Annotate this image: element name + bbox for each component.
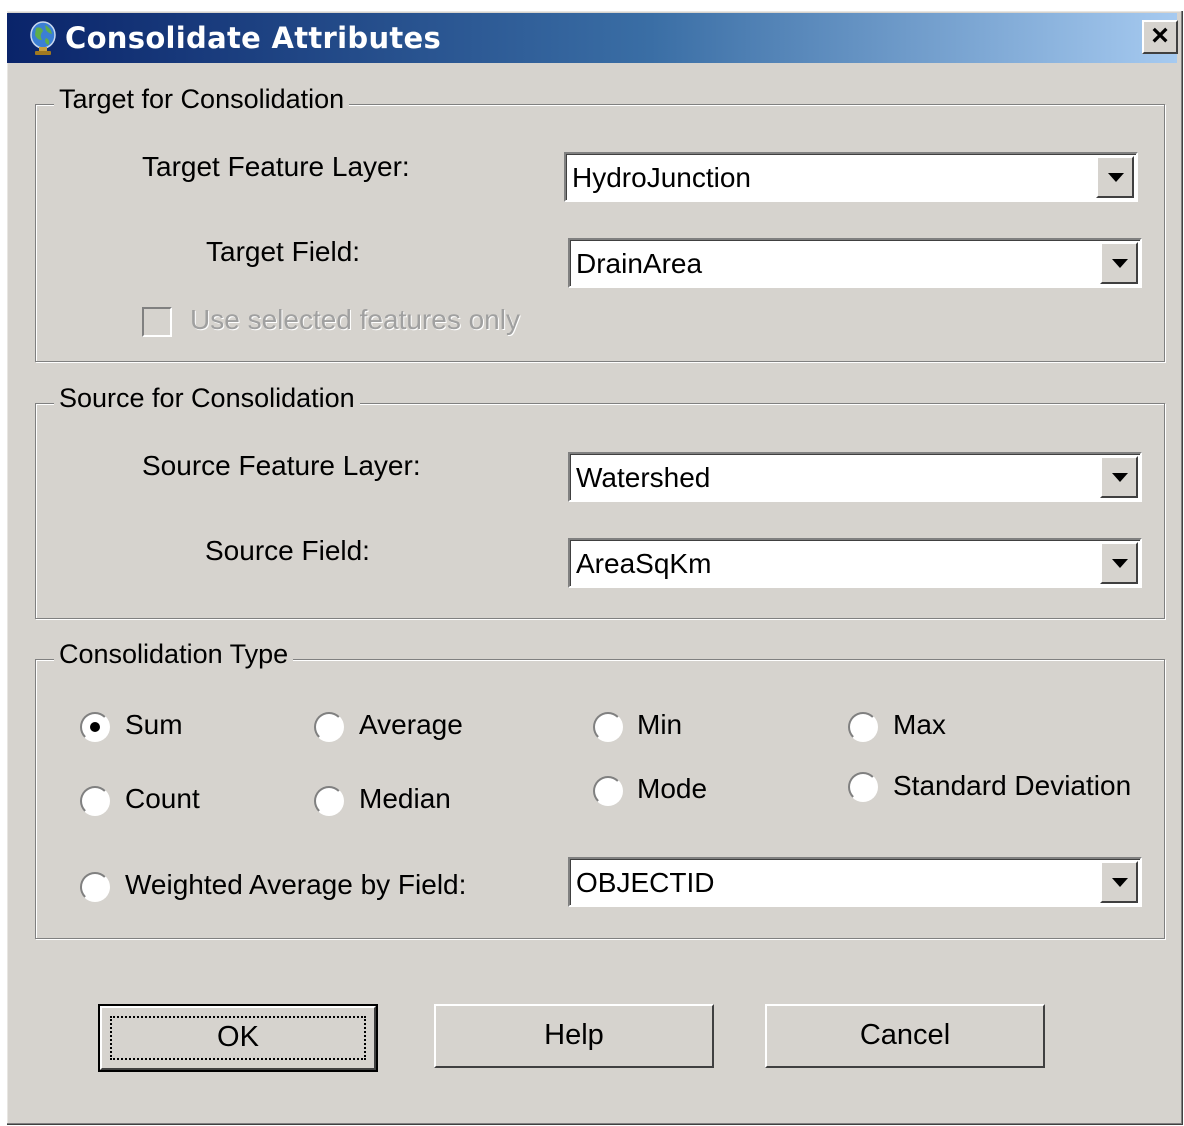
radio-median-label[interactable]: Median [359,783,451,815]
weighted-field-select[interactable]: OBJECTID [568,857,1142,907]
target-field-select[interactable]: DrainArea [568,238,1142,288]
source-feature-layer-select[interactable]: Watershed [568,452,1142,502]
use-selected-label: Use selected features only [190,304,520,335]
target-legend: Target for Consolidation [54,84,350,115]
radio-max[interactable] [848,712,878,742]
window-title: Consolidate Attributes [65,21,442,55]
ok-button-label: OK [217,1021,259,1053]
radio-count-label[interactable]: Count [125,783,200,815]
chevron-down-icon[interactable] [1100,456,1138,498]
chevron-down-icon[interactable] [1100,542,1138,584]
radio-average[interactable] [314,712,344,742]
chevron-down-icon[interactable] [1100,861,1138,903]
ok-button[interactable]: OK [98,1004,378,1072]
weighted-field-value: OBJECTID [576,867,715,898]
source-legend: Source for Consolidation [54,383,360,414]
radio-median[interactable] [314,786,344,816]
target-feature-layer-label: Target Feature Layer: [142,151,410,182]
chevron-down-icon[interactable] [1096,156,1134,198]
cancel-button[interactable]: Cancel [765,1004,1045,1068]
chevron-down-icon[interactable] [1100,242,1138,284]
close-button[interactable]: × [1142,20,1178,54]
radio-average-label[interactable]: Average [359,709,463,741]
source-feature-layer-value: Watershed [576,462,711,493]
use-selected-checkbox[interactable] [142,307,172,337]
cancel-button-label: Cancel [859,1019,951,1051]
help-button[interactable]: Help [434,1004,714,1068]
radio-mode-label[interactable]: Mode [637,773,707,805]
consolidation-legend: Consolidation Type [54,639,294,670]
radio-standard-deviation-label[interactable]: Standard Deviation [893,770,1131,802]
target-feature-layer-select[interactable]: HydroJunction [564,152,1138,202]
target-field-label: Target Field: [206,236,361,267]
radio-max-label[interactable]: Max [893,709,946,741]
source-field-select[interactable]: AreaSqKm [568,538,1142,588]
source-field-label: Source Field: [205,535,370,566]
radio-sum[interactable] [80,712,110,742]
radio-weighted-average-label[interactable]: Weighted Average by Field: [125,869,466,901]
help-button-label: Help [544,1019,604,1051]
radio-sum-label[interactable]: Sum [125,709,183,741]
target-field-value: DrainArea [576,248,703,279]
radio-weighted-average[interactable] [80,872,110,902]
source-feature-layer-label: Source Feature Layer: [142,450,421,481]
radio-min[interactable] [593,712,623,742]
title-bar[interactable]: Consolidate Attributes [7,13,1177,63]
source-field-value: AreaSqKm [576,548,712,579]
target-feature-layer-value: HydroJunction [572,162,751,193]
radio-min-label[interactable]: Min [637,709,682,741]
radio-standard-deviation[interactable] [848,772,878,802]
globe-icon [30,21,56,55]
radio-count[interactable] [80,786,110,816]
radio-mode[interactable] [593,776,623,806]
